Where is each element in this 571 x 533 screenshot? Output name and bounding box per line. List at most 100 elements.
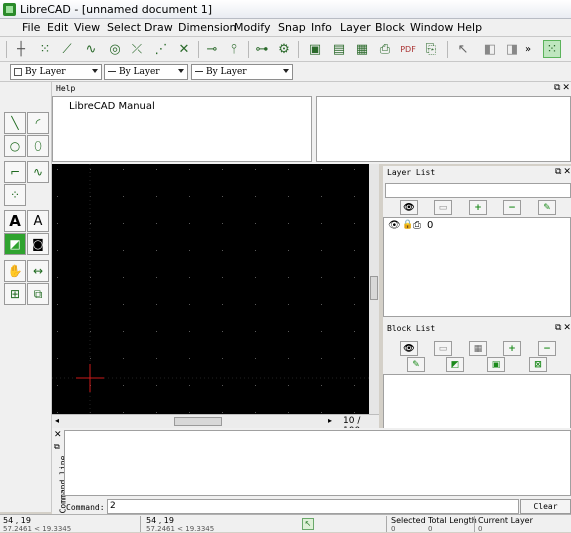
snap-free-icon[interactable]: ┼ [12,40,30,58]
snap-center-icon[interactable]: ◎ [106,40,124,58]
status-separator [140,516,141,532]
help-manual-link[interactable]: LibreCAD Manual [69,101,155,112]
menu-modify[interactable]: Modify [234,21,270,34]
drawing-canvas[interactable] [52,164,379,414]
canvas-vertical-scrollbar[interactable] [369,164,379,414]
dock-controls-icon[interactable]: ⧉✕ [554,83,571,93]
dock-controls-icon[interactable]: ⧉✕ [555,167,571,177]
draw-circle-icon[interactable]: ○ [4,135,26,157]
edit-layer-icon[interactable]: ✎ [538,200,556,215]
help-dock-title: Help [56,84,76,93]
new-file-icon[interactable]: ▣ [306,40,324,58]
menu-block[interactable]: Block [375,21,405,34]
line-width-combo[interactable]: By Layer [191,64,293,80]
undo-icon[interactable]: ◧ [481,40,499,58]
menu-draw[interactable]: Draw [144,21,173,34]
layer-lock-icon[interactable]: 🔒 [402,220,413,230]
menu-edit[interactable]: Edit [47,21,68,34]
lock-relative-zero-icon[interactable]: ⚙ [275,40,293,58]
measure-distance-icon[interactable]: ↔ [27,260,49,282]
modify-select-icon[interactable]: ✋ [4,260,26,282]
draw-arc-icon[interactable]: ◜ [27,112,49,134]
line-type-combo-value: By Layer [119,67,160,77]
open-file-icon[interactable]: ▤ [330,40,348,58]
color-swatch-icon [14,68,22,76]
scroll-right-icon[interactable]: ▸ [328,416,332,425]
status-separator [386,516,387,532]
show-all-blocks-icon[interactable]: 👁 [400,341,418,356]
select-pointer-icon[interactable]: ↖ [454,40,472,58]
hide-all-layers-icon[interactable]: ▭ [434,200,452,215]
block-list-title: Block List [387,324,436,333]
menu-snap[interactable]: Snap [278,21,306,34]
edit-block-icon[interactable]: ◩ [446,357,464,372]
remove-block-icon[interactable]: − [538,341,556,356]
draw-spline-icon[interactable]: ∿ [27,161,49,183]
dock-controls-icon[interactable]: ⧉✕ [555,323,571,333]
snap-distance-icon[interactable]: ⋰ [152,40,170,58]
draw-text-icon[interactable]: A [4,210,26,232]
relative-zero-icon[interactable]: ⊶ [253,40,271,58]
grid-toggle-icon[interactable]: ⁙ [543,40,561,58]
snap-intersection-icon[interactable]: ✕ [175,40,193,58]
redo-icon[interactable]: ◨ [503,40,521,58]
mouse-button-icon: ↖ [302,518,314,530]
scroll-left-icon[interactable]: ◂ [55,416,59,425]
layer-print-icon[interactable]: ⎙ [413,220,421,231]
hatch-icon[interactable]: ◩ [4,233,26,255]
remove-layer-icon[interactable]: − [503,200,521,215]
layer-list-title: Layer List [387,168,436,177]
chevron-down-icon [92,69,98,73]
close-icon[interactable]: ✕ [54,430,62,440]
snap-grid-icon[interactable]: ⁙ [36,40,54,58]
show-all-layers-icon[interactable]: 👁 [400,200,418,215]
snap-on-entity-icon[interactable]: ∿ [82,40,100,58]
create-block-icon[interactable]: ▦ [469,341,487,356]
menu-view[interactable]: View [74,21,100,34]
block-table [383,374,571,430]
title-bar: LibreCAD - [unnamed document 1] [0,0,571,19]
float-dock-icon[interactable]: ⧉ [54,442,60,452]
save-block-icon[interactable]: ▣ [487,357,505,372]
layer-filter-input[interactable] [385,183,571,198]
draw-polyline-icon[interactable]: ⌐ [4,161,26,183]
block-create-icon[interactable]: ⊞ [4,283,26,305]
menu-window[interactable]: Window [410,21,453,34]
command-input[interactable]: 2 [107,499,519,514]
layer-row[interactable]: 👁 🔒 ⎙ 0 [386,220,570,234]
toolbar-overflow-icon[interactable]: » [523,40,533,58]
save-file-icon[interactable]: ▦ [353,40,371,58]
menu-select[interactable]: Select [107,21,141,34]
add-block-icon[interactable]: + [503,341,521,356]
menu-help[interactable]: Help [457,21,482,34]
snap-middle-icon[interactable]: ⤫ [128,40,146,58]
export-pdf-icon[interactable]: PDF [399,40,417,58]
insert-block-icon[interactable]: ⊠ [529,357,547,372]
vertical-scroll-thumb[interactable] [370,276,378,300]
insert-image-icon[interactable]: ◙ [27,233,49,255]
librecad-logo-icon [3,3,16,16]
color-combo[interactable]: By Layer [10,64,102,80]
hide-all-blocks-icon[interactable]: ▭ [434,341,452,356]
restrict-vertical-icon[interactable]: ⫯ [225,40,243,58]
menu-file[interactable]: File [22,21,40,34]
draw-ellipse-icon[interactable]: ⬯ [27,135,49,157]
draw-point-icon[interactable]: ⁘ [4,184,26,206]
layer-visible-icon[interactable]: 👁 [388,220,401,231]
print-preview-icon[interactable]: ⎘ [422,40,440,58]
horizontal-scroll-thumb[interactable] [174,417,222,426]
block-insert-icon[interactable]: ⧉ [27,283,49,305]
add-layer-icon[interactable]: + [469,200,487,215]
rename-block-icon[interactable]: ✎ [407,357,425,372]
menu-info[interactable]: Info [311,21,332,34]
dimension-icon[interactable]: A [27,210,49,232]
print-icon[interactable]: ⎙ [376,40,394,58]
draw-line-icon[interactable]: ╲ [4,112,26,134]
clear-button[interactable]: Clear [520,499,571,514]
menu-layer[interactable]: Layer [340,21,371,34]
snap-endpoint-icon[interactable]: ⟋ [58,40,76,58]
canvas-horizontal-scrollbar[interactable]: ◂ ▸ 10 / 100 [52,414,379,436]
menu-dimension[interactable]: Dimension [178,21,236,34]
line-type-combo[interactable]: By Layer [104,64,188,80]
restrict-horizontal-icon[interactable]: ⊸ [203,40,221,58]
